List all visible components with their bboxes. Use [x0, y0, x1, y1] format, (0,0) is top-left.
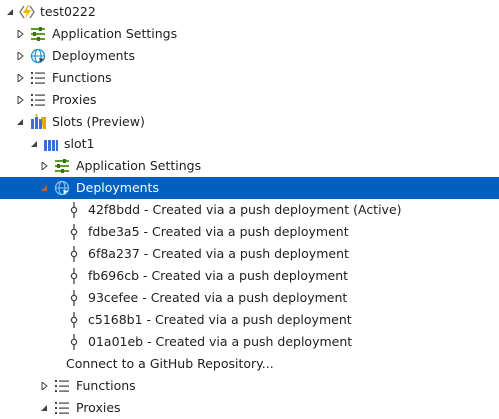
expanded-chevron-icon[interactable]: [39, 403, 49, 413]
collapsed-chevron-icon[interactable]: [15, 73, 25, 83]
tree-item-slot-application-settings[interactable]: Application Settings: [0, 155, 499, 177]
git-commit-icon: [66, 312, 82, 328]
tree-item-label: Slots (Preview): [52, 114, 145, 129]
commit-label: 01a01eb - Created via a push deployment: [88, 334, 353, 349]
slot-icon: [43, 136, 59, 152]
tree-item-slot-deployments[interactable]: Deployments: [0, 177, 499, 199]
tree-item-slots[interactable]: Slots (Preview): [0, 111, 499, 133]
tree-item-deployments[interactable]: Deployments: [0, 45, 499, 67]
git-commit-icon: [66, 246, 82, 262]
expanded-chevron-icon[interactable]: [5, 7, 15, 17]
tree-item-label: Deployments: [52, 48, 135, 63]
tree-item-proxies[interactable]: Proxies: [0, 89, 499, 111]
tree-item-label: Proxies: [52, 92, 97, 107]
tree-item-label: Deployments: [76, 180, 159, 195]
tree-item-function-app[interactable]: test0222: [0, 1, 499, 23]
commit-label: fb696cb - Created via a push deployment: [88, 268, 349, 283]
collapsed-chevron-icon[interactable]: [39, 381, 49, 391]
tree-item-label: Application Settings: [76, 158, 202, 173]
list-icon: [54, 378, 70, 394]
tree-item-functions[interactable]: Functions: [0, 67, 499, 89]
deployment-commit-item[interactable]: 42f8bdd - Created via a push deployment …: [0, 199, 499, 221]
git-commit-icon: [66, 268, 82, 284]
tree-item-label: Application Settings: [52, 26, 178, 41]
globe-icon: [54, 180, 70, 196]
tree-item-label: slot1: [64, 136, 95, 151]
tree-item-slot1[interactable]: slot1: [0, 133, 499, 155]
expanded-chevron-icon[interactable]: [39, 183, 49, 193]
git-commit-icon: [66, 334, 82, 350]
deployment-commit-item[interactable]: 01a01eb - Created via a push deployment: [0, 331, 499, 353]
collapsed-chevron-icon[interactable]: [39, 161, 49, 171]
list-icon: [54, 400, 70, 416]
deployment-commit-item[interactable]: 93cefee - Created via a push deployment: [0, 287, 499, 309]
git-commit-icon: [66, 290, 82, 306]
commit-label: 42f8bdd - Created via a push deployment …: [88, 202, 402, 217]
deployment-commit-item[interactable]: 6f8a237 - Created via a push deployment: [0, 243, 499, 265]
expanded-chevron-icon[interactable]: [15, 117, 25, 127]
settings-sliders-icon: [30, 26, 46, 42]
list-icon: [30, 92, 46, 108]
collapsed-chevron-icon[interactable]: [15, 29, 25, 39]
expanded-chevron-icon[interactable]: [29, 139, 39, 149]
deployment-commit-item[interactable]: c5168b1 - Created via a push deployment: [0, 309, 499, 331]
collapsed-chevron-icon[interactable]: [15, 51, 25, 61]
slots-icon: [30, 114, 46, 130]
tree-item-label: Functions: [76, 378, 136, 393]
tree-item-slot-proxies[interactable]: Proxies: [0, 397, 499, 419]
tree-item-application-settings[interactable]: Application Settings: [0, 23, 499, 45]
function-app-icon: [19, 4, 35, 20]
connect-github-item[interactable]: Connect to a GitHub Repository...: [0, 353, 499, 375]
commit-label: 93cefee - Created via a push deployment: [88, 290, 348, 305]
deployment-commit-item[interactable]: fdbe3a5 - Created via a push deployment: [0, 221, 499, 243]
settings-sliders-icon: [54, 158, 70, 174]
list-icon: [30, 70, 46, 86]
tree-item-label: Proxies: [76, 400, 121, 415]
connect-github-label: Connect to a GitHub Repository...: [66, 356, 274, 371]
git-commit-icon: [66, 224, 82, 240]
deployment-commit-item[interactable]: fb696cb - Created via a push deployment: [0, 265, 499, 287]
tree-item-slot-functions[interactable]: Functions: [0, 375, 499, 397]
collapsed-chevron-icon[interactable]: [15, 95, 25, 105]
function-app-label: test0222: [40, 4, 96, 19]
tree-item-label: Functions: [52, 70, 112, 85]
commit-label: fdbe3a5 - Created via a push deployment: [88, 224, 349, 239]
globe-icon: [30, 48, 46, 64]
commit-label: 6f8a237 - Created via a push deployment: [88, 246, 349, 261]
git-commit-icon: [66, 202, 82, 218]
commit-label: c5168b1 - Created via a push deployment: [88, 312, 352, 327]
